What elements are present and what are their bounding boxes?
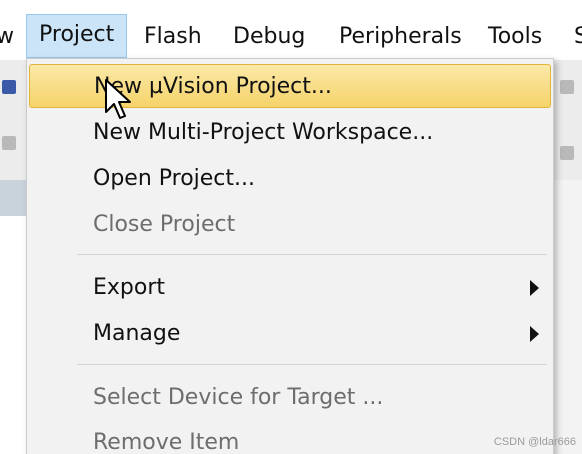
menu-item-open-project[interactable]: Open Project... xyxy=(29,157,551,201)
toolbar-icon[interactable] xyxy=(560,80,574,94)
menu-item-close-project: Close Project xyxy=(29,203,551,247)
menu-item-label: Select Device for Target ... xyxy=(93,385,384,410)
menu-item-label: New Multi-Project Workspace... xyxy=(93,120,434,145)
menu-item-label: Open Project... xyxy=(93,166,256,191)
menu-debug[interactable]: Debug xyxy=(233,16,305,58)
menu-item-label: Remove Item xyxy=(93,430,240,454)
app-window: w Project Flash Debug Peripherals Tools … xyxy=(0,0,582,454)
menu-item-export[interactable]: Export xyxy=(29,266,551,310)
submenu-arrow-icon xyxy=(530,326,539,342)
panel-header xyxy=(0,180,26,216)
menu-item-remove-item: Remove Item xyxy=(29,421,551,454)
project-panel xyxy=(0,216,26,454)
menu-flash[interactable]: Flash xyxy=(144,16,202,58)
menu-item-manage[interactable]: Manage xyxy=(29,312,551,356)
toolbar-icon[interactable] xyxy=(560,146,574,160)
menu-view[interactable]: w xyxy=(0,16,14,58)
mouse-cursor-icon xyxy=(105,79,131,119)
menu-item-select-device: Select Device for Target ... xyxy=(29,376,551,420)
menu-bar: w Project Flash Debug Peripherals Tools … xyxy=(0,0,582,60)
menu-separator xyxy=(77,254,547,255)
menu-separator xyxy=(77,364,547,365)
watermark: CSDN @ldar666 xyxy=(493,436,576,448)
menu-item-label: Manage xyxy=(93,321,181,346)
menu-tools[interactable]: Tools xyxy=(488,16,542,58)
toolbar-icon[interactable] xyxy=(2,80,16,94)
menu-project[interactable]: Project xyxy=(26,14,128,58)
menu-peripherals[interactable]: Peripherals xyxy=(339,16,462,58)
toolbar-icon[interactable] xyxy=(2,136,16,150)
menu-svcs[interactable]: S xyxy=(574,16,582,58)
menu-item-label: Close Project xyxy=(93,212,236,237)
menu-item-label: Export xyxy=(93,275,166,300)
submenu-arrow-icon xyxy=(530,280,539,296)
